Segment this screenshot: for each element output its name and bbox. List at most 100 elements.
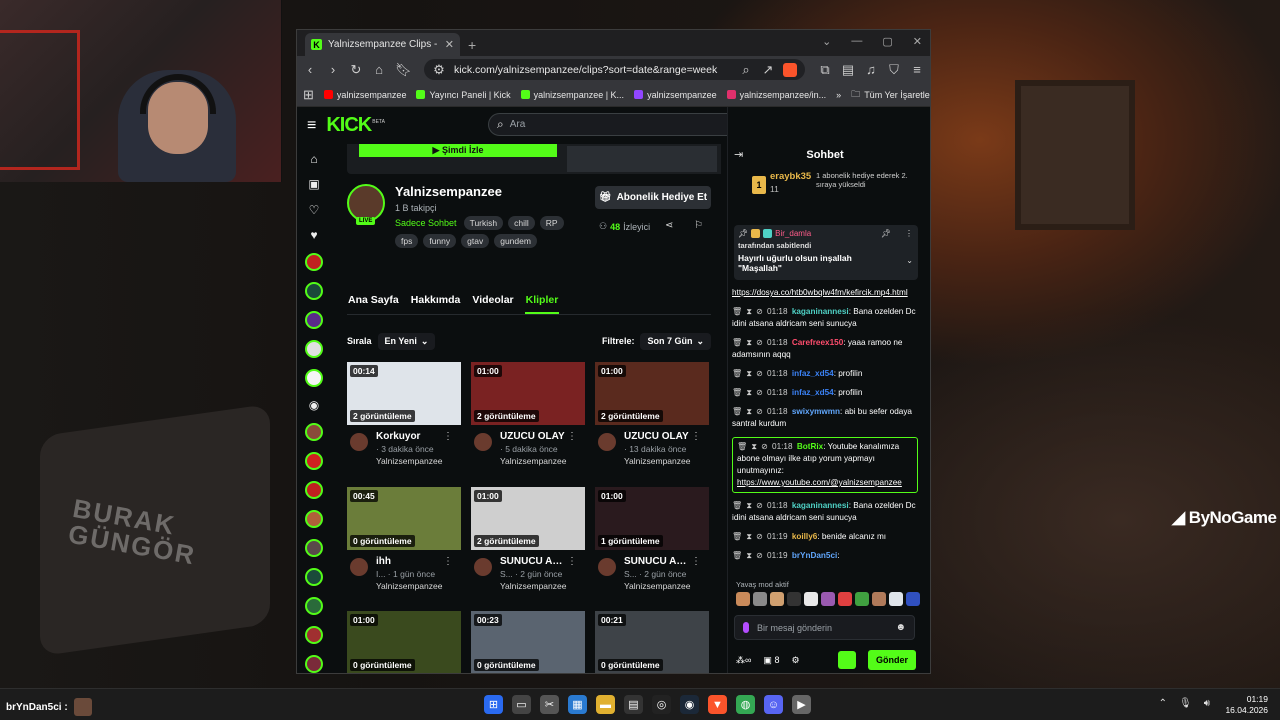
ban-icon[interactable]: ⊘	[756, 388, 763, 397]
browser-tab[interactable]: K Yalnizsempanzee Clips - Watch Ya ✕	[305, 33, 460, 56]
clip-card[interactable]: 01:00 0 görüntüleme	[347, 611, 461, 673]
gift-subscription-button[interactable]: 🎁︎ Abonelik Hediye Et	[595, 186, 711, 209]
clip-channel-avatar[interactable]	[598, 558, 616, 576]
extensions-icon[interactable]: ⧉	[818, 62, 832, 78]
followed-channel-avatar[interactable]	[305, 655, 323, 673]
timeout-icon[interactable]: ⧗	[746, 501, 752, 510]
all-bookmarks-folder[interactable]: 🗀︎ Tüm Yer İşaretleri	[851, 87, 930, 103]
sort-dropdown[interactable]: En Yeni ⌄	[377, 332, 436, 350]
followed-channel-avatar[interactable]	[305, 539, 323, 558]
emote-icon[interactable]	[838, 592, 852, 606]
volume-icon[interactable]: 🔊︎	[1204, 698, 1210, 709]
clip-thumbnail[interactable]: 00:45 0 görüntüleme	[347, 487, 461, 550]
emote-icon[interactable]	[736, 592, 750, 606]
message-user[interactable]: kaganinannesi	[792, 307, 849, 316]
window-close-icon[interactable]: ✕	[913, 35, 922, 48]
ban-icon[interactable]: ⊘	[756, 551, 763, 560]
timeout-icon[interactable]: ⧗	[746, 307, 752, 316]
close-icon[interactable]: ✕	[445, 38, 454, 51]
message-link[interactable]: https://www.youtube.com/@yalnizsempanzee	[737, 478, 902, 487]
vpn-icon[interactable]: ⛉	[887, 62, 901, 78]
gifter-name[interactable]: eraybk35	[770, 171, 811, 182]
system-clock[interactable]: 01:19 16.04.2026	[1225, 694, 1268, 716]
clip-thumbnail[interactable]: 01:00 2 görüntüleme	[471, 487, 585, 550]
clip-title[interactable]: ÜZÜCÜ OLAY	[500, 431, 568, 442]
tag[interactable]: gundem	[494, 234, 537, 248]
emote-icon[interactable]	[855, 592, 869, 606]
tab-clips[interactable]: Klipler	[524, 294, 560, 314]
discord-icon[interactable]: ☺	[764, 695, 783, 714]
share-icon[interactable]: ↗	[761, 62, 775, 78]
clip-channel-avatar[interactable]	[350, 433, 368, 451]
following-heart-icon[interactable]: ♡	[306, 202, 322, 217]
ban-icon[interactable]: ⊘	[756, 407, 763, 416]
tag[interactable]: chill	[508, 216, 535, 230]
kebab-menu-icon[interactable]: ⋮	[443, 431, 453, 442]
search-input[interactable]: ⌕ Ara	[488, 113, 740, 136]
clip-thumbnail[interactable]: 01:00 1 görüntüleme	[595, 487, 709, 550]
expand-chevron-icon[interactable]: ⌄	[906, 256, 913, 265]
tray-overflow-icon[interactable]: ⌃	[1159, 698, 1167, 709]
clip-thumbnail[interactable]: 01:00 2 görüntüleme	[471, 362, 585, 425]
bookmark-item[interactable]: yalnizsempanzee | K...	[520, 90, 624, 100]
media-icon[interactable]: ♫	[864, 62, 878, 77]
chrome-icon[interactable]: ◍	[736, 695, 755, 714]
kick-emote-icon[interactable]	[837, 651, 856, 669]
message-user[interactable]: infaz_xd54	[792, 388, 834, 397]
new-tab-icon[interactable]: +	[468, 37, 476, 53]
message-user[interactable]: infaz_xd54	[792, 369, 834, 378]
clip-title[interactable]: ihh	[376, 556, 444, 567]
followed-channel-avatar[interactable]	[305, 626, 323, 645]
emote-icon[interactable]	[770, 592, 784, 606]
tag[interactable]: fps	[395, 234, 419, 248]
clip-thumbnail[interactable]: 00:23 0 görüntüleme	[471, 611, 585, 673]
clip-channel[interactable]: Yalnizsempanzee	[624, 581, 694, 591]
ban-icon[interactable]: ⊘	[756, 369, 763, 378]
browse-icon[interactable]: ▣	[306, 177, 322, 191]
followed-channel-avatar[interactable]	[305, 252, 323, 271]
emote-icon[interactable]	[906, 592, 920, 606]
message-user[interactable]: BotRix	[797, 442, 823, 451]
clip-card[interactable]: 01:00 2 görüntüleme ÜZÜCÜ OLAY ⋮ · 5 dakika …	[471, 362, 585, 471]
ban-icon[interactable]: ⊘	[756, 501, 763, 510]
clip-channel[interactable]: Yalnizsempanzee	[500, 456, 570, 466]
clip-channel-avatar[interactable]	[474, 558, 492, 576]
apps-grid-icon[interactable]: ⊞	[303, 87, 314, 103]
delete-icon[interactable]: 🗑︎	[732, 369, 742, 378]
message-user[interactable]: swixymwmn	[792, 407, 840, 416]
followed-channel-avatar[interactable]	[305, 568, 323, 587]
clip-card[interactable]: 01:00 1 görüntüleme SUNUCU AÇILDI⋮ S... · 2…	[595, 487, 709, 596]
steam-icon[interactable]: ◉	[680, 695, 699, 714]
followed-channel-avatar[interactable]	[305, 597, 323, 616]
timeout-icon[interactable]: ⧗	[746, 407, 752, 416]
delete-icon[interactable]: 🗑︎	[737, 442, 747, 451]
gift-count[interactable]: ▣ 8	[763, 655, 779, 666]
delete-icon[interactable]: 🗑︎	[732, 407, 742, 416]
kebab-menu-icon[interactable]: ⋮	[567, 556, 577, 567]
clip-thumbnail[interactable]: 00:14 2 görüntüleme	[347, 362, 461, 425]
delete-icon[interactable]: 🗑︎	[732, 388, 742, 397]
back-icon[interactable]: ‹	[303, 62, 317, 77]
clip-card[interactable]: 00:14 2 görüntüleme Korkuyor ⋮ · 3 dakika ön…	[347, 362, 461, 471]
tag[interactable]: RP	[539, 216, 564, 230]
site-info-icon[interactable]: ⚙	[432, 62, 446, 78]
kebab-menu-icon[interactable]: ⋮	[443, 556, 453, 567]
forward-icon[interactable]: ›	[326, 62, 340, 77]
windows-start-icon[interactable]: ⊞	[484, 695, 503, 714]
bookmark-item[interactable]: yalnizsempanzee	[323, 90, 406, 100]
timeout-icon[interactable]: ⧗	[746, 532, 752, 541]
minimize-icon[interactable]: —	[851, 35, 862, 48]
followed-channel-avatar[interactable]	[305, 452, 323, 471]
clip-channel[interactable]: Yalnizsempanzee	[500, 581, 570, 591]
clip-title[interactable]: SUNUCU AÇILDI	[500, 556, 568, 567]
tab-videos[interactable]: Videolar	[471, 294, 514, 314]
delete-icon[interactable]: 🗑︎	[732, 551, 742, 560]
pinned-user[interactable]: Bir_damla	[775, 229, 811, 238]
emote-icon[interactable]	[889, 592, 903, 606]
message-user[interactable]: Carefreex150	[792, 338, 843, 347]
tab-home[interactable]: Ana Sayfa	[347, 294, 400, 314]
tag[interactable]: Turkish	[463, 216, 504, 230]
zoom-search-icon[interactable]: ⌕	[739, 62, 753, 78]
followed-channel-avatar[interactable]	[305, 481, 323, 500]
bookmark-item[interactable]: yalnizsempanzee/in...	[726, 90, 826, 100]
